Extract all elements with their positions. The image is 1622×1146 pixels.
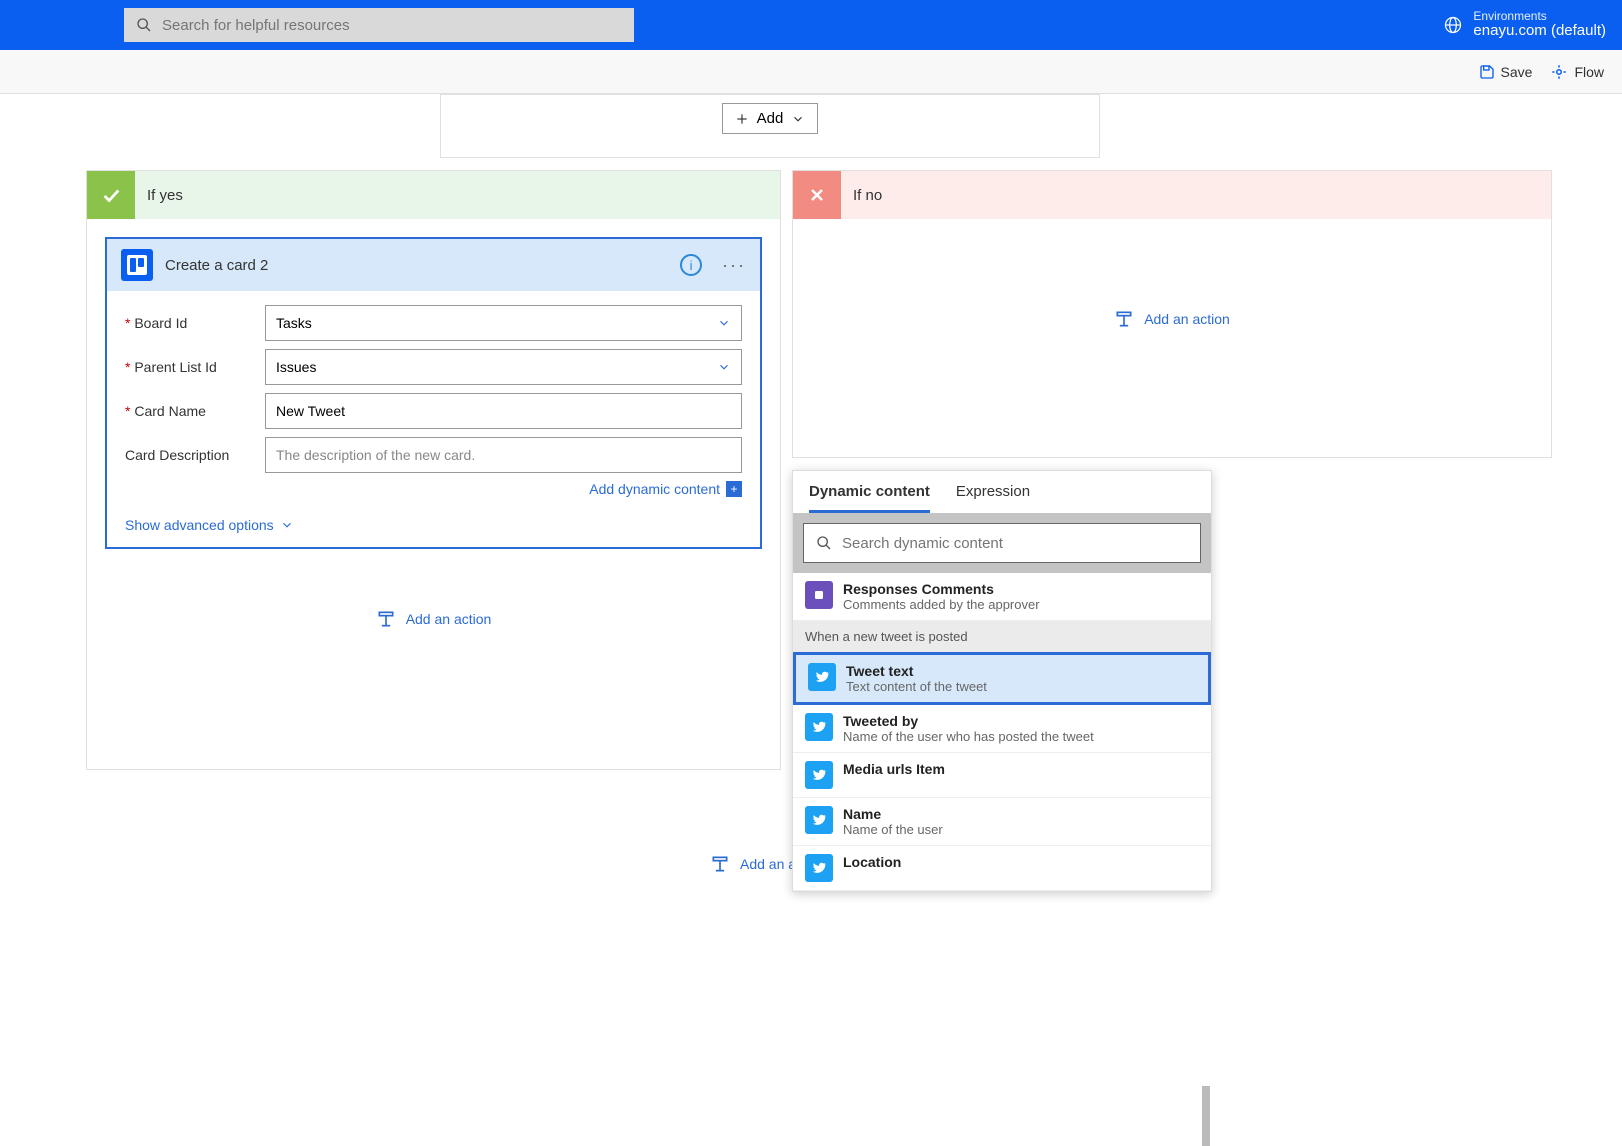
- globe-icon: [1443, 15, 1463, 35]
- info-icon[interactable]: i: [680, 254, 702, 276]
- action-header[interactable]: Create a card 2 i ···: [107, 239, 760, 291]
- search-icon: [136, 17, 152, 33]
- condition-add-box: Add: [440, 94, 1100, 158]
- check-icon: [87, 171, 135, 219]
- add-action-icon: [710, 854, 730, 874]
- if-no-header[interactable]: If no: [793, 171, 1551, 219]
- more-button[interactable]: ···: [722, 255, 746, 276]
- save-button[interactable]: Save: [1479, 64, 1533, 80]
- trello-icon: [121, 249, 153, 281]
- search-input[interactable]: [162, 17, 622, 34]
- parent-list-select[interactable]: Issues: [265, 349, 742, 385]
- board-id-label: Board Id: [125, 315, 265, 331]
- parent-list-label: Parent List Id: [125, 359, 265, 375]
- card-name-label: Card Name: [125, 403, 265, 419]
- add-action-button[interactable]: Add an a: [710, 854, 796, 874]
- add-button[interactable]: Add: [722, 103, 819, 134]
- tab-dynamic-content[interactable]: Dynamic content: [809, 483, 930, 513]
- chevron-down-icon: [717, 316, 731, 330]
- chevron-down-icon: [791, 112, 805, 126]
- chevron-down-icon: [280, 518, 294, 532]
- card-name-input[interactable]: New Tweet: [265, 393, 742, 429]
- dynamic-content-pane: Dynamic content Expression Responses Com…: [792, 470, 1212, 892]
- card-description-input[interactable]: The description of the new card.: [265, 437, 742, 473]
- env-name: enayu.com (default): [1473, 23, 1606, 40]
- twitter-icon: [805, 761, 833, 789]
- approval-icon: [805, 581, 833, 609]
- twitter-icon: [805, 713, 833, 741]
- if-no-branch: If no Add an action: [792, 170, 1552, 458]
- dynamic-item[interactable]: Location: [793, 846, 1211, 891]
- if-yes-branch: If yes Create a card 2 i ··· Board Id Ta…: [86, 170, 781, 770]
- create-card-action: Create a card 2 i ··· Board Id Tasks Par…: [105, 237, 762, 549]
- tab-expression[interactable]: Expression: [956, 483, 1030, 513]
- if-yes-title: If yes: [135, 187, 183, 204]
- plus-icon: +: [726, 481, 742, 497]
- close-icon: [793, 171, 841, 219]
- board-id-select[interactable]: Tasks: [265, 305, 742, 341]
- twitter-icon: [808, 663, 836, 691]
- save-icon: [1479, 64, 1495, 80]
- chevron-down-icon: [717, 360, 731, 374]
- environment-picker[interactable]: Environments enayu.com (default): [1443, 10, 1606, 40]
- flow-checker-button[interactable]: Flow: [1550, 63, 1604, 81]
- show-advanced-options[interactable]: Show advanced options: [125, 517, 742, 533]
- if-yes-header[interactable]: If yes: [87, 171, 780, 219]
- dynamic-item[interactable]: Tweeted byName of the user who has poste…: [793, 705, 1211, 753]
- search-box[interactable]: [124, 8, 634, 42]
- plus-icon: [735, 112, 749, 126]
- action-title: Create a card 2: [165, 257, 668, 274]
- dynamic-item-responses-comments[interactable]: Responses Comments Comments added by the…: [793, 573, 1211, 621]
- twitter-icon: [805, 806, 833, 834]
- flow-icon: [1550, 63, 1568, 81]
- add-action-icon: [376, 609, 396, 629]
- flow-canvas: Add If yes Create a card 2 i ··· Board I…: [0, 94, 1622, 1080]
- dynamic-section-header: When a new tweet is posted: [793, 621, 1211, 652]
- env-label: Environments: [1473, 10, 1606, 23]
- dynamic-item[interactable]: Media urls Item: [793, 753, 1211, 798]
- dynamic-search-input[interactable]: [842, 535, 1188, 552]
- if-no-title: If no: [841, 187, 882, 204]
- add-dynamic-content-link[interactable]: Add dynamic content +: [125, 481, 742, 497]
- command-bar: Save Flow: [0, 50, 1622, 94]
- scrollbar[interactable]: [1202, 1086, 1210, 1146]
- card-description-label: Card Description: [125, 447, 265, 463]
- add-action-icon: [1114, 309, 1134, 329]
- search-icon: [816, 535, 832, 551]
- twitter-icon: [805, 854, 833, 882]
- dynamic-search-box[interactable]: [803, 523, 1201, 563]
- dynamic-item[interactable]: NameName of the user: [793, 798, 1211, 846]
- add-action-button[interactable]: Add an action: [87, 609, 780, 629]
- dynamic-item[interactable]: Tweet textText content of the tweet: [793, 652, 1211, 705]
- top-bar: Environments enayu.com (default): [0, 0, 1622, 50]
- add-action-button[interactable]: Add an action: [793, 309, 1551, 329]
